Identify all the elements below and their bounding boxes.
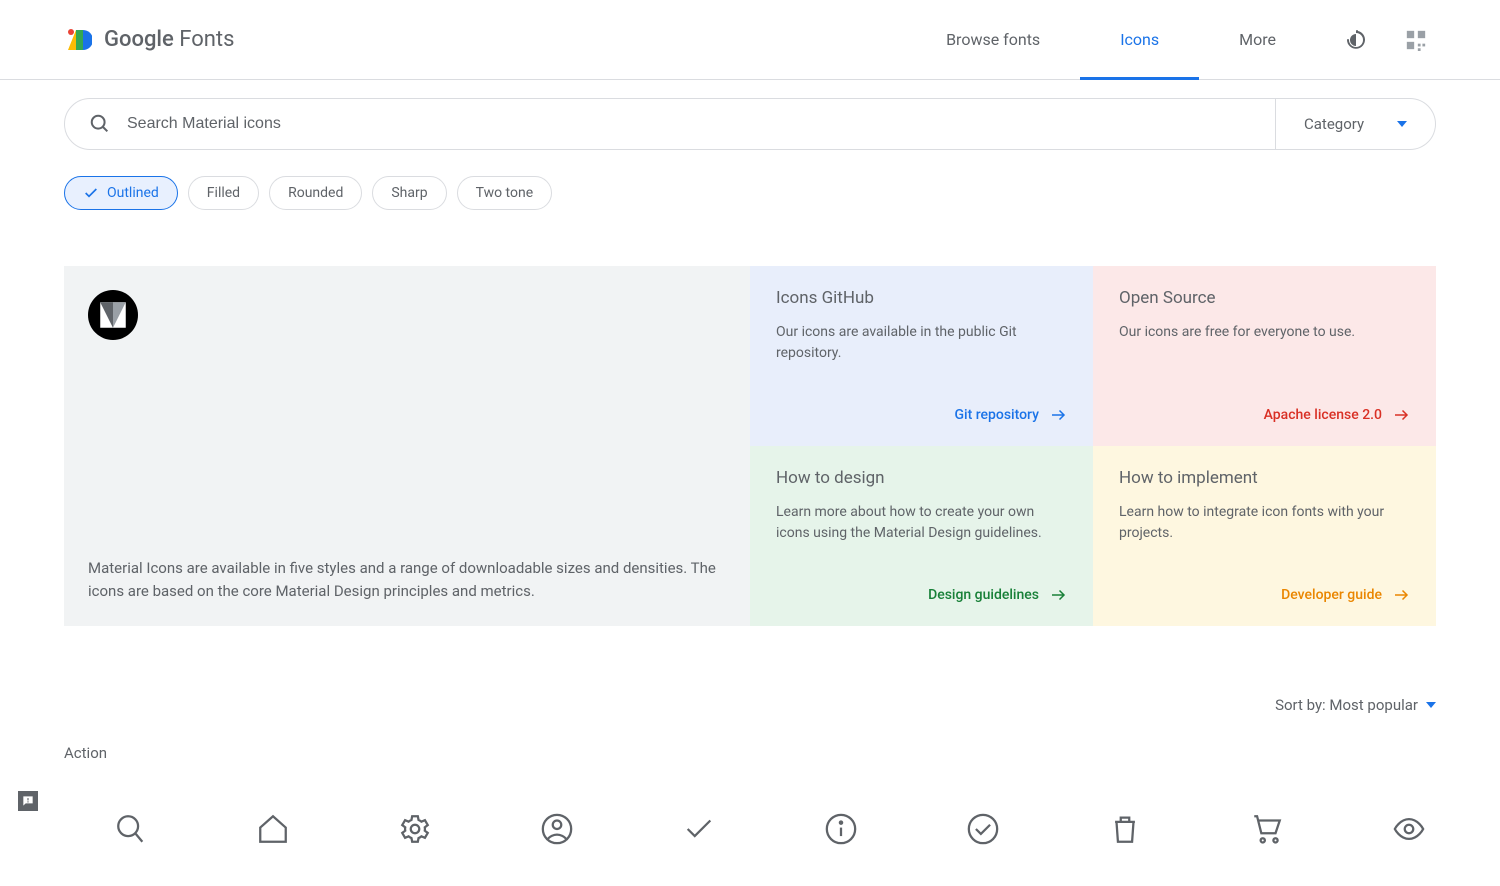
feedback-icon[interactable] [18, 791, 38, 811]
sort-label: Sort by: Most popular [1275, 696, 1418, 714]
chip-filled[interactable]: Filled [188, 176, 259, 210]
shopping-cart-icon[interactable] [1250, 812, 1284, 846]
delete-icon[interactable] [1108, 812, 1142, 846]
nav-icons[interactable]: Icons [1080, 12, 1199, 67]
chip-sharp[interactable]: Sharp [372, 176, 446, 210]
card-title: How to implement [1119, 468, 1410, 488]
home-icon[interactable] [256, 812, 290, 846]
style-chips: Outlined Filled Rounded Sharp Two tone [64, 176, 1436, 210]
logo-area[interactable]: Google Fonts [64, 26, 234, 54]
hero-card: Material Icons are available in five sty… [64, 266, 750, 626]
card-title: Open Source [1119, 288, 1410, 308]
arrow-right-icon [1049, 586, 1067, 604]
check-icon [83, 185, 99, 201]
link-text: Apache license 2.0 [1264, 407, 1382, 423]
arrow-right-icon [1049, 406, 1067, 424]
visibility-icon[interactable] [1392, 812, 1426, 846]
info-icon[interactable] [824, 812, 858, 846]
google-fonts-logo-icon [64, 26, 92, 54]
search-icon[interactable] [114, 812, 148, 846]
link-text: Developer guide [1281, 587, 1382, 603]
view-selected-icon[interactable] [1396, 20, 1436, 60]
card-link[interactable]: Apache license 2.0 [1119, 406, 1410, 424]
search-icon [89, 113, 111, 135]
category-label: Category [1304, 115, 1364, 133]
sort-dropdown[interactable]: Sort by: Most popular [1275, 696, 1436, 714]
card-desc: Learn how to integrate icon fonts with y… [1119, 502, 1410, 544]
card-link[interactable]: Git repository [776, 406, 1067, 424]
info-grid: Material Icons are available in five sty… [64, 266, 1436, 626]
material-design-logo-icon [88, 290, 138, 340]
card-title: Icons GitHub [776, 288, 1067, 308]
hero-description: Material Icons are available in five sty… [88, 557, 726, 602]
card-title: How to design [776, 468, 1067, 488]
header-nav: Browse fonts Icons More [906, 12, 1436, 67]
card-desc: Learn more about how to create your own … [776, 502, 1067, 544]
theme-toggle-icon[interactable] [1336, 20, 1376, 60]
search-box[interactable] [64, 98, 1276, 150]
arrow-right-icon [1392, 586, 1410, 604]
category-dropdown[interactable]: Category [1276, 98, 1436, 150]
arrow-right-icon [1392, 406, 1410, 424]
section-title: Action [64, 744, 1436, 762]
header: Google Fonts Browse fonts Icons More [0, 0, 1500, 80]
done-icon[interactable] [682, 812, 716, 846]
icons-row [64, 812, 1436, 846]
sort-row: Sort by: Most popular [64, 696, 1436, 714]
chip-label: Filled [207, 185, 240, 201]
chip-rounded[interactable]: Rounded [269, 176, 362, 210]
nav-more[interactable]: More [1199, 12, 1316, 67]
card-link[interactable]: Developer guide [1119, 586, 1410, 604]
card-github[interactable]: Icons GitHub Our icons are available in … [750, 266, 1093, 446]
dropdown-arrow-icon [1426, 702, 1436, 708]
search-input[interactable] [127, 115, 1251, 133]
logo-text: Google Fonts [104, 27, 234, 52]
chip-outlined[interactable]: Outlined [64, 176, 178, 210]
chip-two-tone[interactable]: Two tone [457, 176, 553, 210]
dropdown-arrow-icon [1397, 121, 1407, 127]
card-opensource[interactable]: Open Source Our icons are free for every… [1093, 266, 1436, 446]
chip-label: Outlined [107, 185, 159, 201]
card-desc: Our icons are available in the public Gi… [776, 322, 1067, 364]
mini-card-grid: Icons GitHub Our icons are available in … [750, 266, 1436, 626]
card-link[interactable]: Design guidelines [776, 586, 1067, 604]
card-desc: Our icons are free for everyone to use. [1119, 322, 1410, 343]
chip-label: Sharp [391, 185, 427, 201]
check-circle-icon[interactable] [966, 812, 1000, 846]
card-implement[interactable]: How to implement Learn how to integrate … [1093, 446, 1436, 626]
card-design[interactable]: How to design Learn more about how to cr… [750, 446, 1093, 626]
chip-label: Two tone [476, 185, 534, 201]
chip-label: Rounded [288, 185, 343, 201]
nav-browse-fonts[interactable]: Browse fonts [906, 12, 1080, 67]
search-row: Category [64, 98, 1436, 150]
link-text: Git repository [954, 407, 1039, 423]
account-circle-icon[interactable] [540, 812, 574, 846]
main-content: Category Outlined Filled Rounded Sharp T… [0, 80, 1500, 886]
link-text: Design guidelines [928, 587, 1039, 603]
settings-icon[interactable] [398, 812, 432, 846]
